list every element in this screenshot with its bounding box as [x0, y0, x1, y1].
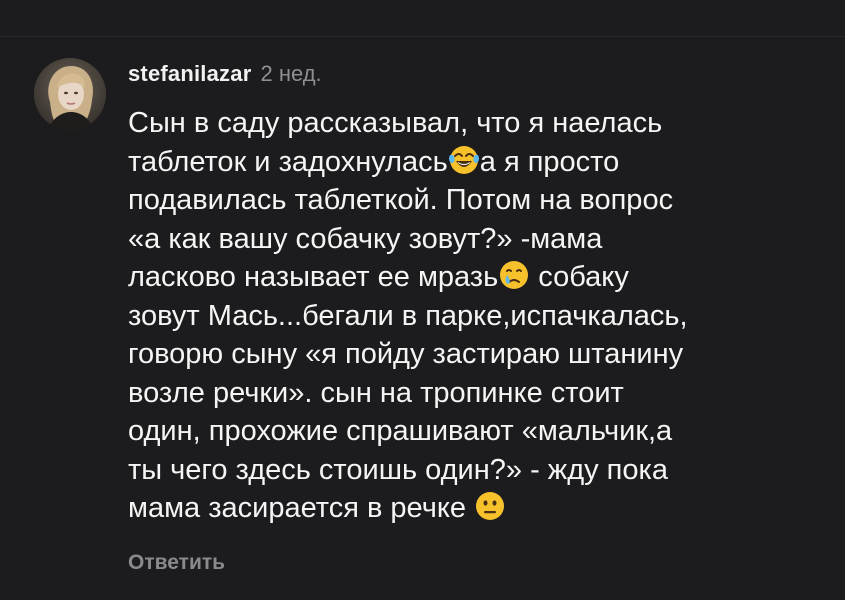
- comment-line: зовут Мась...бегали в парке,испачкалась,: [128, 299, 688, 332]
- face-with-tears-of-joy-icon: [448, 144, 480, 176]
- comment-line-part: таблеток и задохнулась: [128, 145, 448, 178]
- comment-text: Сын в саду рассказывал, что я наелась та…: [128, 104, 828, 528]
- comment-line: «а как вашу собачку зовут?» -мама: [128, 222, 603, 255]
- avatar[interactable]: [34, 58, 106, 130]
- comment-line: ты чего здесь стоишь один?» - жду пока: [128, 453, 668, 486]
- comment-line: таблеток и задохнулась а я просто: [128, 143, 828, 182]
- comment-line: ласково называет ее мразь собаку: [128, 258, 828, 297]
- reply-button[interactable]: Ответить: [128, 551, 225, 575]
- comment-line: возле речки». сын на тропинке стоит: [128, 376, 624, 409]
- avatar-image: [34, 58, 106, 130]
- comment-line-part: ласково называет ее мразь: [128, 261, 499, 293]
- timestamp: 2 нед.: [260, 61, 322, 86]
- comment-line: один, прохожие спрашивают «мальчик,а: [128, 415, 673, 447]
- comment: stefanilazar 2 нед. Сын в саду рассказыв…: [0, 0, 845, 600]
- comment-line: мама засирается в речке: [128, 489, 828, 528]
- username[interactable]: stefanilazar: [128, 61, 251, 87]
- comment-line: подавилась таблеткой. Потом на вопрос: [128, 184, 674, 216]
- comment-header: stefanilazar 2 нед.: [128, 61, 322, 91]
- comment-line-part: мама засирается в речке: [128, 492, 475, 524]
- crying-face-icon: [498, 259, 530, 291]
- comment-line: Сын в саду рассказывал, что я наелась: [128, 107, 663, 139]
- neutral-face-icon: [474, 490, 506, 522]
- comment-line: говорю сыну «я пойду застираю штанину: [128, 338, 684, 370]
- comment-line-part: собаку: [530, 261, 629, 293]
- comment-line-part: а я просто: [479, 145, 620, 178]
